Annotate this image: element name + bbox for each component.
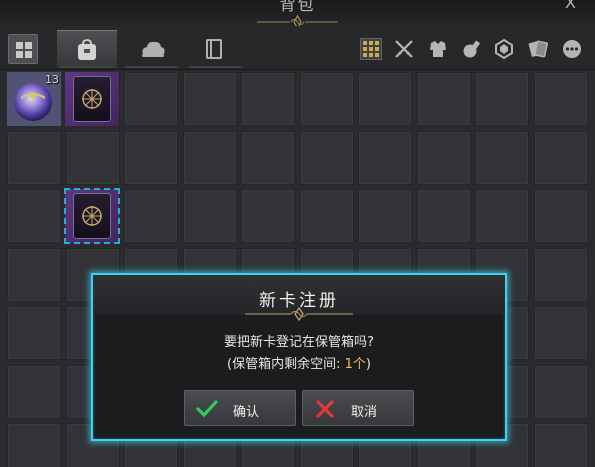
confirm-label: 确认: [233, 405, 260, 420]
dialog-message: 要把新卡登记在保管箱吗?: [224, 335, 374, 350]
new-card-register-dialog: 新卡注册 要把新卡登记在保管箱吗? (保管箱内剩余空间: 1个) 确认 取消: [91, 273, 507, 441]
checkmark-icon: [196, 400, 218, 418]
inventory-window: 背包 X 13 新卡注册 要把新卡登记在保管箱吗? (保管箱内剩余空间: 1个)…: [0, 0, 595, 467]
close-x-icon: [316, 400, 334, 418]
dialog-ornament-icon: [245, 307, 353, 321]
storage-info-prefix: (保管箱内剩余空间:: [227, 357, 345, 372]
confirm-button[interactable]: 确认: [184, 390, 296, 426]
dialog-header: 新卡注册: [93, 275, 505, 321]
storage-info-suffix: ): [365, 357, 371, 372]
cancel-button[interactable]: 取消: [302, 390, 414, 426]
cancel-label: 取消: [351, 405, 378, 420]
storage-remaining-value: 1个: [344, 357, 366, 372]
dialog-storage-info: (保管箱内剩余空间: 1个): [93, 353, 505, 372]
